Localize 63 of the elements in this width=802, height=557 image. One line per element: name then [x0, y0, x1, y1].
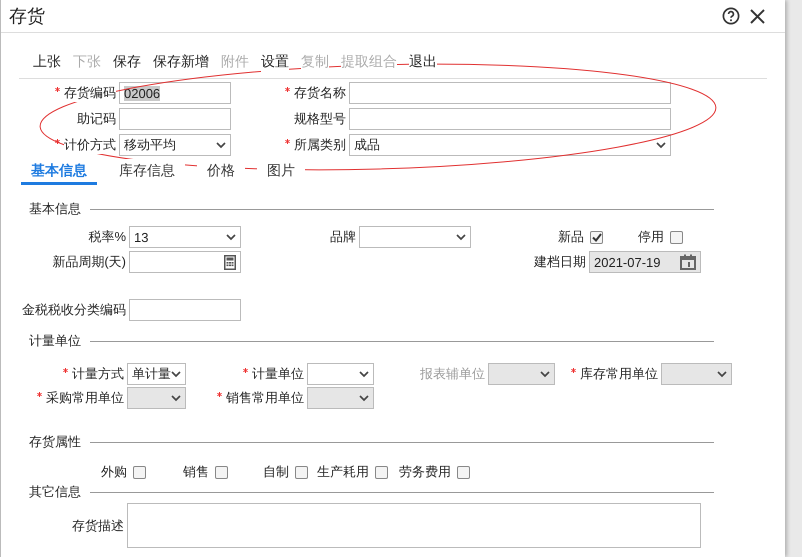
dropdown[interactable] [307, 363, 374, 385]
chevron-down-icon [540, 370, 550, 378]
field-label: 计价方式 [64, 136, 116, 154]
field-label: 自制 [263, 463, 289, 481]
field-label: 计量方式 [72, 365, 124, 383]
dropdown[interactable] [359, 226, 471, 248]
dropdown[interactable]: 单计量 [127, 363, 186, 385]
chevron-down-icon [717, 370, 727, 378]
checkbox[interactable] [133, 466, 146, 478]
dropdown[interactable]: 成品 [349, 134, 671, 156]
field-label: 销售 [183, 463, 209, 481]
chevron-down-icon [226, 234, 236, 240]
field-label: 报表辅单位 [420, 365, 485, 383]
checkbox[interactable] [590, 230, 603, 244]
field-label: 停用 [638, 228, 664, 246]
field-label: 计量单位 [252, 365, 304, 383]
checkbox[interactable] [295, 466, 308, 478]
text-field[interactable] [119, 108, 231, 130]
field-label: 存货描述 [72, 516, 124, 534]
field-label: 规格型号 [294, 110, 346, 128]
section-title: 存货属性 [29, 433, 81, 451]
field-label: 新品周期(天) [52, 253, 126, 271]
text-area[interactable] [127, 503, 701, 548]
field-label: 存货编码 [64, 84, 116, 102]
field-label: 建档日期 [534, 253, 586, 271]
checkbox[interactable] [215, 466, 228, 478]
text-field[interactable]: 02006 [119, 82, 231, 104]
section-title: 基本信息 [29, 200, 81, 218]
text-field[interactable] [349, 82, 671, 104]
field-label: 销售常用单位 [226, 389, 304, 407]
chevron-down-icon [171, 370, 181, 378]
field-label: 外购 [101, 463, 127, 481]
field-label: 金税税收分类编码 [22, 301, 126, 319]
close-icon[interactable] [750, 8, 765, 24]
chevron-down-icon [656, 142, 666, 148]
field-label: 新品 [558, 228, 584, 246]
field-label: 库存常用单位 [580, 365, 658, 383]
text-field[interactable] [349, 108, 671, 130]
field-label: 存货名称 [294, 84, 346, 102]
chevron-down-icon [359, 394, 369, 402]
chevron-down-icon [359, 370, 369, 378]
dropdown[interactable]: 13 [129, 226, 241, 248]
chevron-down-icon [171, 394, 181, 402]
text-field[interactable] [129, 299, 241, 321]
field-label: 生产耗用 [317, 463, 369, 481]
help-icon[interactable] [722, 7, 740, 25]
section-title: 计量单位 [29, 332, 81, 350]
dropdown[interactable]: 移动平均 [119, 134, 231, 156]
chevron-down-icon [216, 142, 226, 148]
checkbox[interactable] [670, 230, 683, 244]
calculator-icon[interactable] [224, 254, 236, 270]
field-label: 所属类别 [294, 136, 346, 154]
section-title: 其它信息 [29, 483, 81, 501]
field-label: 助记码 [77, 110, 116, 128]
checkbox[interactable] [457, 466, 470, 478]
field-label: 品牌 [330, 228, 356, 246]
window-title: 存货 [9, 5, 46, 28]
field-label: 采购常用单位 [46, 389, 124, 407]
toolbar-button[interactable]: 设置 [261, 52, 289, 72]
checkbox[interactable] [375, 466, 388, 478]
chevron-down-icon [456, 234, 466, 240]
number-field[interactable] [129, 251, 241, 273]
field-label: 劳务费用 [399, 463, 451, 481]
